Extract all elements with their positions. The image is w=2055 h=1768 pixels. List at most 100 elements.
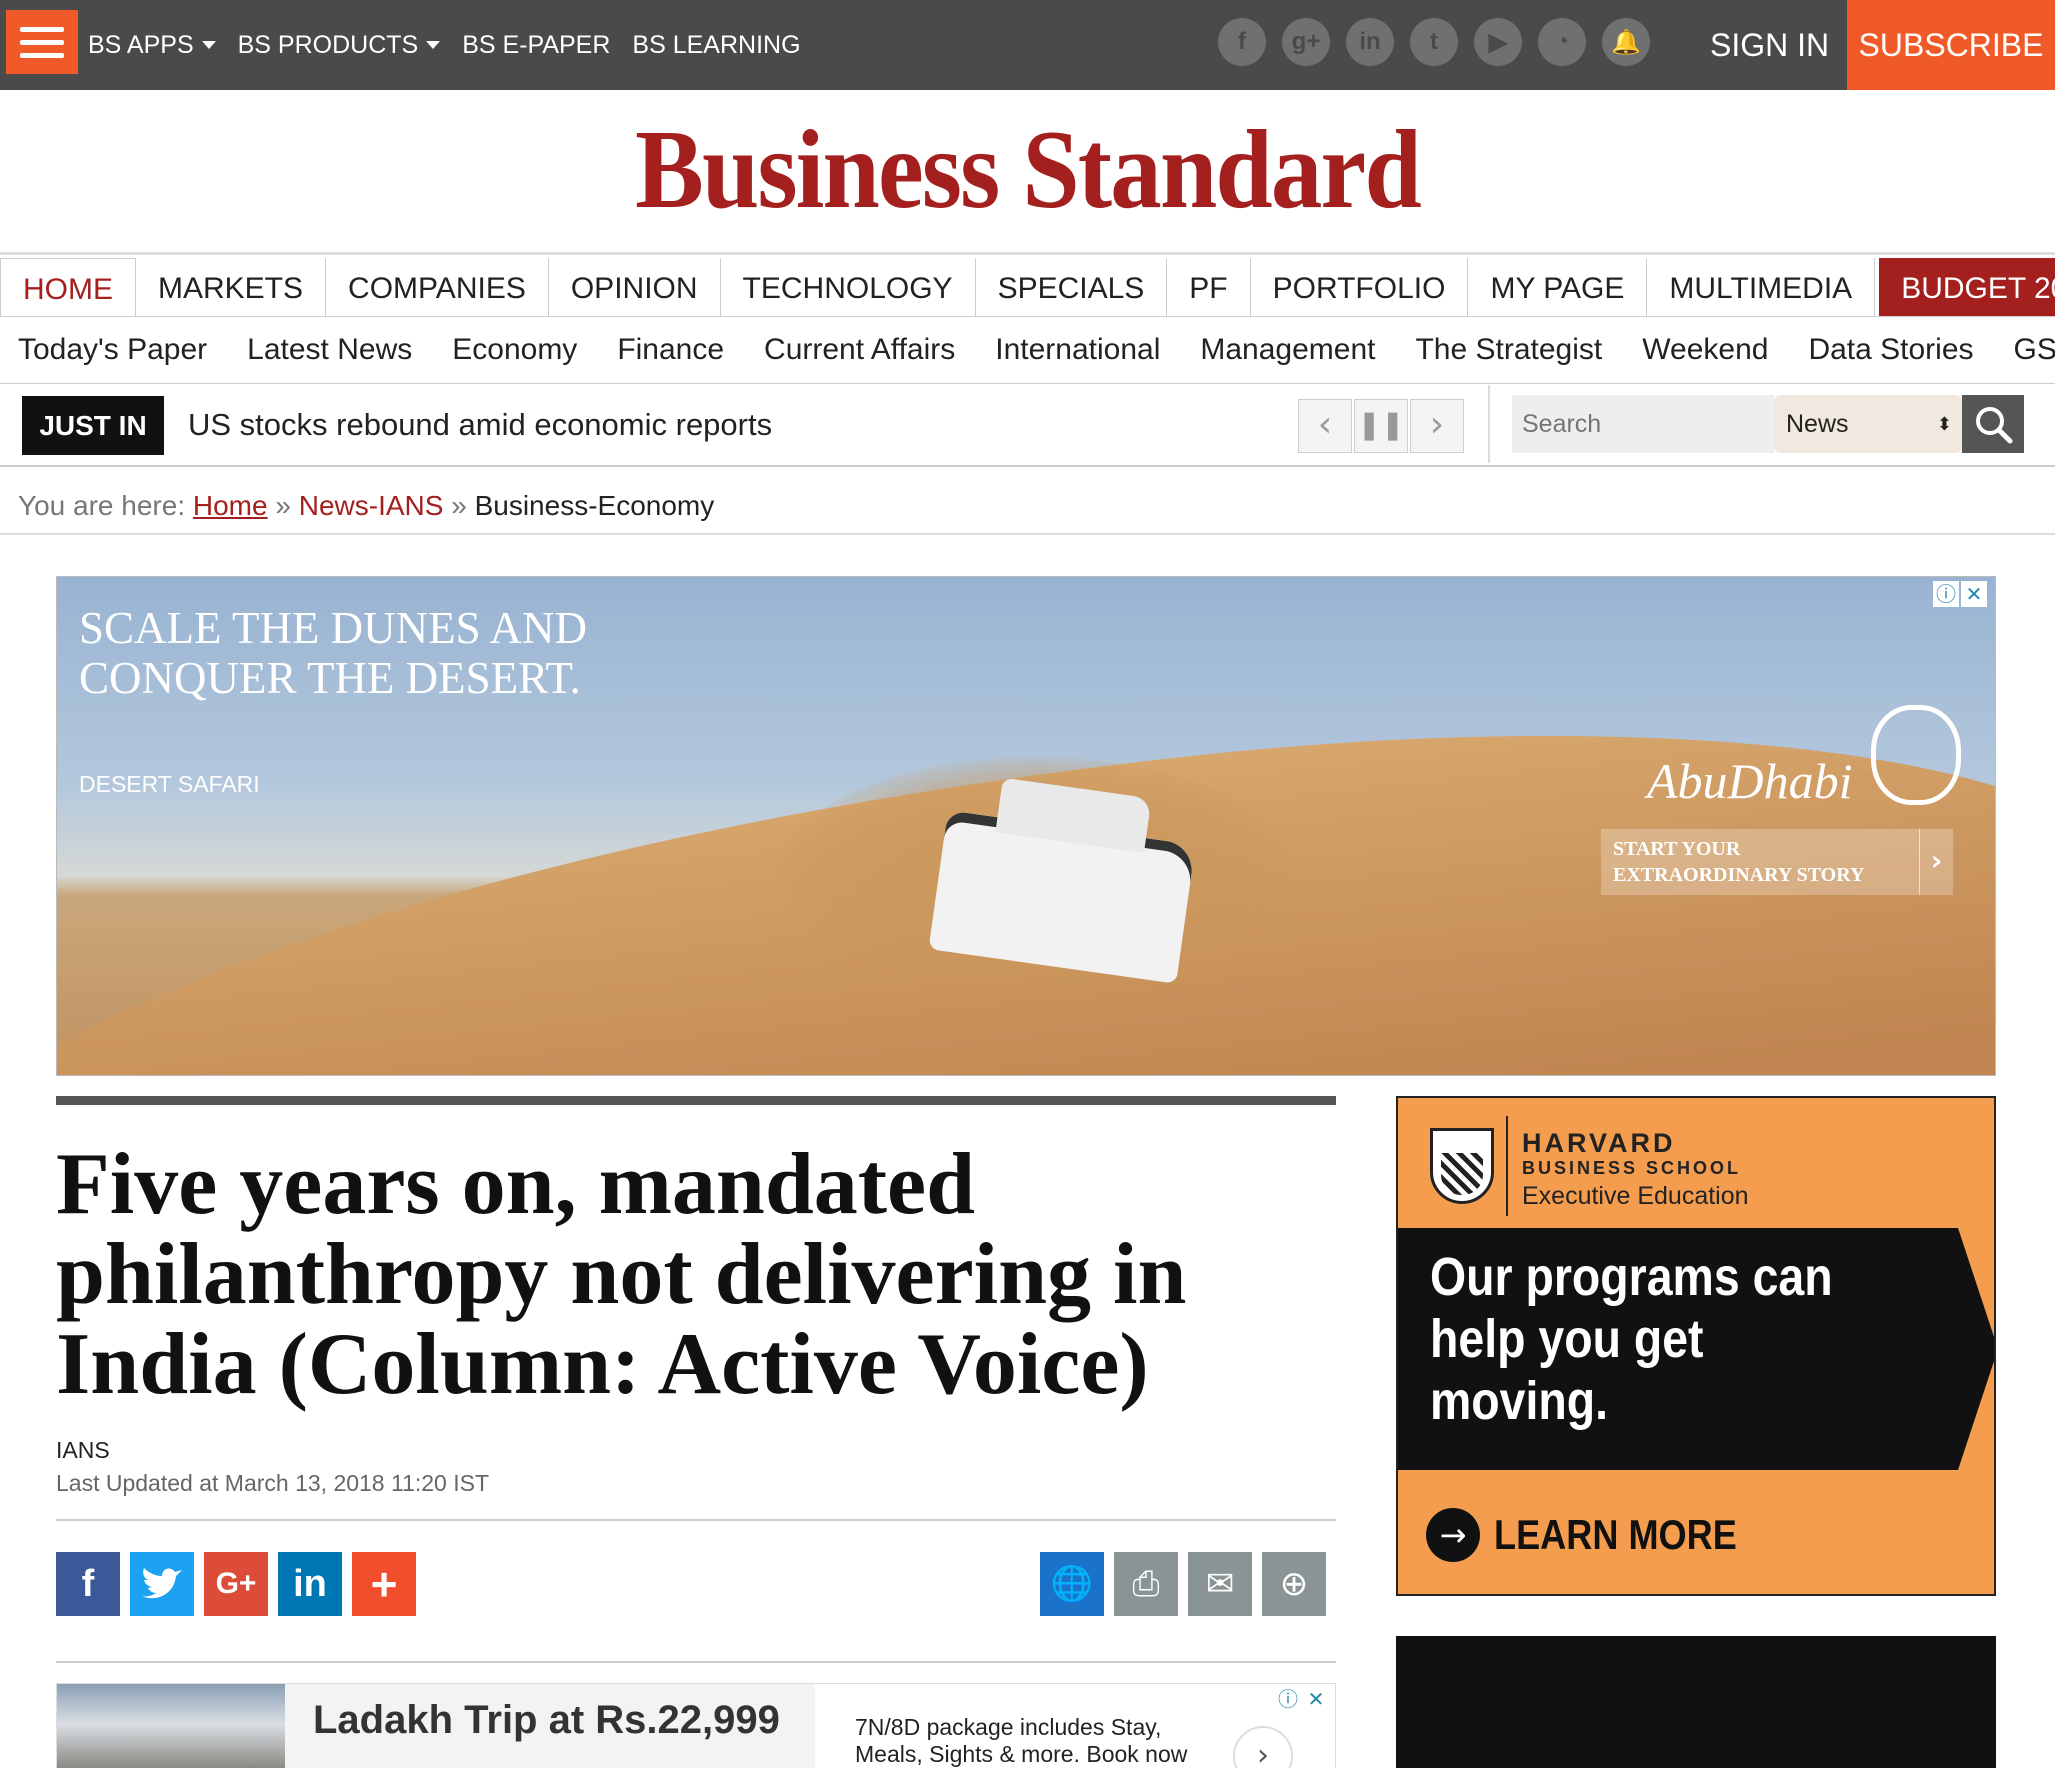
nav-todays-paper[interactable]: Today's Paper xyxy=(18,333,207,367)
bs-epaper-link[interactable]: BS E-PAPER xyxy=(462,31,610,60)
divider xyxy=(0,533,2055,535)
add-to-portfolio-icon[interactable]: ⊕ xyxy=(1262,1552,1326,1616)
nav-companies[interactable]: COMPANIES xyxy=(326,258,549,316)
nav-international[interactable]: International xyxy=(995,333,1160,367)
ticker-prev-icon[interactable]: ‹ xyxy=(1298,399,1352,453)
breadcrumb-prefix: You are here: xyxy=(18,490,186,521)
ad-info-icon[interactable]: ⓘ xyxy=(1275,1686,1301,1712)
breadcrumb-news-ians[interactable]: News-IANS xyxy=(299,490,444,521)
search-button[interactable] xyxy=(1962,395,2024,453)
twitter-icon[interactable]: t xyxy=(1410,18,1458,66)
divider xyxy=(56,1661,1336,1663)
nav-weekend[interactable]: Weekend xyxy=(1642,333,1768,367)
native-ad-title: Ladakh Trip at Rs.22,999 xyxy=(313,1698,780,1742)
ad-cta-button[interactable]: START YOUR EXTRAORDINARY STORY › xyxy=(1601,829,1953,895)
nav-data-stories[interactable]: Data Stories xyxy=(1808,333,1973,367)
caret-down-icon xyxy=(426,41,441,49)
bs-apps-menu[interactable]: BS APPS xyxy=(88,31,216,60)
sidebar-ad[interactable] xyxy=(1396,1636,1996,1768)
nav-my-page[interactable]: MY PAGE xyxy=(1468,258,1648,316)
youtube-icon[interactable]: ▶ xyxy=(1474,18,1522,66)
nav-opinion[interactable]: OPINION xyxy=(549,258,721,316)
menu-icon[interactable] xyxy=(6,10,78,74)
article-author[interactable]: IANS xyxy=(56,1437,110,1464)
divider xyxy=(56,1519,1336,1521)
ad-cta-line2: EXTRAORDINARY STORY xyxy=(1613,864,1865,886)
hbs-ad[interactable]: HARVARD BUSINESS SCHOOL Executive Educat… xyxy=(1396,1096,1996,1596)
site-logo[interactable]: Business Standard xyxy=(635,90,1422,250)
sign-in-link[interactable]: SIGN IN xyxy=(1710,0,1829,90)
nav-latest-news[interactable]: Latest News xyxy=(247,333,412,367)
nav-markets[interactable]: MARKETS xyxy=(136,258,327,316)
share-more-icon[interactable]: + xyxy=(352,1552,416,1616)
rss-icon[interactable]: ◔ xyxy=(1538,18,1586,66)
bs-products-menu[interactable]: BS PRODUCTS xyxy=(238,31,441,60)
ad-subtitle: DESERT SAFARI xyxy=(79,771,260,797)
ad-close-icon[interactable]: ✕ xyxy=(1961,581,1987,607)
subscribe-button[interactable]: SUBSCRIBE xyxy=(1847,0,2055,90)
nav-specials[interactable]: SPECIALS xyxy=(976,258,1168,316)
linkedin-icon[interactable]: in xyxy=(1346,18,1394,66)
nav-pf[interactable]: PF xyxy=(1167,258,1251,316)
hbs-headline: Our programs can help you get moving. xyxy=(1430,1247,1833,1431)
ticker-pause-icon[interactable]: ❚❚ xyxy=(1354,399,1408,453)
hbs-learn-more-label: LEARN MORE xyxy=(1494,1511,1737,1558)
google-plus-icon[interactable]: g+ xyxy=(1282,18,1330,66)
share-google-plus-icon[interactable]: G+ xyxy=(204,1552,268,1616)
hbs-learn-more-button[interactable]: → LEARN MORE xyxy=(1426,1508,1776,1562)
native-ad[interactable]: Ladakh Trip at Rs.22,999 7N/8D package i… xyxy=(56,1683,1336,1768)
search-input[interactable] xyxy=(1512,395,1774,453)
nav-budget-2018[interactable]: BUDGET 2018 xyxy=(1879,258,2055,316)
bs-learning-link[interactable]: BS LEARNING xyxy=(632,31,800,60)
hbs-line2: BUSINESS SCHOOL xyxy=(1522,1158,1742,1178)
bs-products-label: BS PRODUCTS xyxy=(237,30,419,59)
breadcrumb: You are here: Home » News-IANS » Busines… xyxy=(18,490,714,522)
nav-multimedia[interactable]: MULTIMEDIA xyxy=(1647,258,1876,316)
harvard-shield-icon xyxy=(1430,1128,1494,1204)
breadcrumb-separator: » xyxy=(275,490,291,521)
ad-cta-line1: START YOUR xyxy=(1613,838,1741,860)
nav-the-strategist[interactable]: The Strategist xyxy=(1415,333,1602,367)
share-linkedin-icon[interactable]: in xyxy=(278,1552,342,1616)
chevron-right-icon[interactable]: › xyxy=(1233,1726,1293,1768)
share-twitter-icon[interactable] xyxy=(130,1552,194,1616)
social-icons: f g+ in t ▶ ◔ 🔔 xyxy=(1218,18,1650,66)
just-in-headline[interactable]: US stocks rebound amid economic reports xyxy=(188,407,772,443)
nav-finance[interactable]: Finance xyxy=(617,333,724,367)
facebook-icon[interactable]: f xyxy=(1218,18,1266,66)
native-ad-text: 7N/8D package includes Stay, Meals, Sigh… xyxy=(855,1714,1188,1767)
bell-icon[interactable]: 🔔 xyxy=(1602,18,1650,66)
ad-mountain-image xyxy=(57,1684,285,1768)
print-icon[interactable]: ⎙ xyxy=(1114,1552,1178,1616)
search-category-select[interactable]: News ⬍ xyxy=(1774,395,1962,453)
secondary-nav: Today's Paper Latest News Economy Financ… xyxy=(0,316,2055,384)
select-arrows-icon: ⬍ xyxy=(1936,414,1952,434)
divider xyxy=(1488,385,1490,463)
ad-close-icon[interactable]: ✕ xyxy=(1303,1686,1329,1712)
nav-gst[interactable]: GST xyxy=(2014,333,2055,367)
nav-home[interactable]: HOME xyxy=(0,258,136,316)
nav-management[interactable]: Management xyxy=(1200,333,1375,367)
nav-technology[interactable]: TECHNOLOGY xyxy=(721,258,976,316)
article-top-rule xyxy=(56,1096,1336,1105)
top-bar: BS APPS BS PRODUCTS BS E-PAPER BS LEARNI… xyxy=(0,0,2055,90)
email-icon[interactable]: ✉ xyxy=(1188,1552,1252,1616)
share-facebook-icon[interactable]: f xyxy=(56,1552,120,1616)
breadcrumb-separator: » xyxy=(451,490,467,521)
nav-portfolio[interactable]: PORTFOLIO xyxy=(1251,258,1469,316)
search-category-value: News xyxy=(1786,410,1849,438)
primary-nav: HOME MARKETS COMPANIES OPINION TECHNOLOG… xyxy=(0,258,2055,316)
breadcrumb-home[interactable]: Home xyxy=(193,490,268,521)
ticker-next-icon[interactable]: › xyxy=(1410,399,1464,453)
twitter-bird-icon xyxy=(142,1568,182,1599)
translate-globe-icon[interactable]: 🌐 xyxy=(1040,1552,1104,1616)
hbs-line1: HARVARD xyxy=(1522,1128,1676,1158)
just-in-label: JUST IN xyxy=(22,396,164,455)
banner-ad[interactable]: SCALE THE DUNES AND CONQUER THE DESERT. … xyxy=(56,576,1996,1076)
nav-current-affairs[interactable]: Current Affairs xyxy=(764,333,955,367)
ad-info-icon[interactable]: ⓘ xyxy=(1933,581,1959,607)
top-links: BS APPS BS PRODUCTS BS E-PAPER BS LEARNI… xyxy=(88,0,801,90)
article-title: Five years on, mandated philanthropy not… xyxy=(56,1136,1187,1413)
caret-down-icon xyxy=(201,41,216,49)
nav-economy[interactable]: Economy xyxy=(452,333,577,367)
